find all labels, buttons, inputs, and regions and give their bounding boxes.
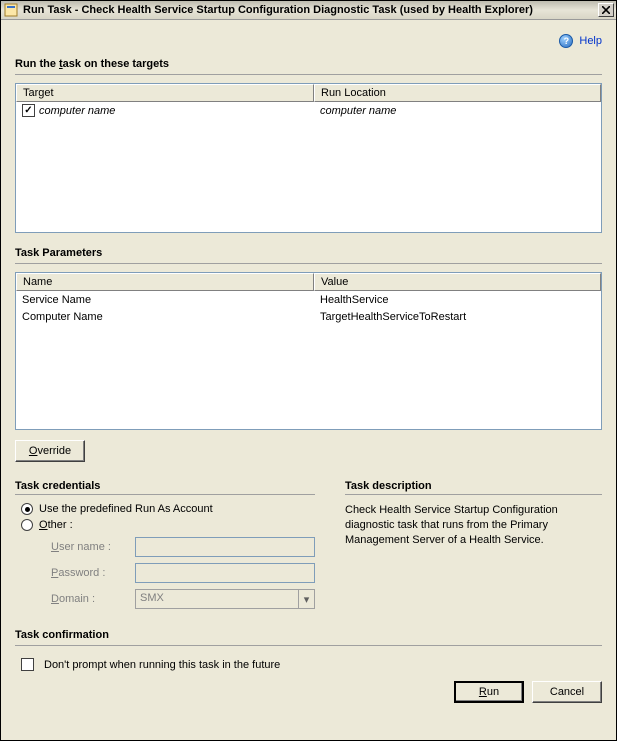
- window-title: Run Task - Check Health Service Startup …: [23, 4, 598, 16]
- params-listview[interactable]: Name Value Service Name HealthService Co…: [15, 272, 602, 430]
- target-checkbox[interactable]: [22, 104, 35, 117]
- help-icon: ?: [559, 34, 573, 48]
- username-input: [135, 537, 315, 557]
- dialog-window: Run Task - Check Health Service Startup …: [0, 0, 617, 741]
- params-heading: Task Parameters: [15, 247, 602, 259]
- col-header-target[interactable]: Target: [16, 84, 314, 102]
- target-name: computer name: [39, 105, 115, 117]
- close-button[interactable]: [598, 3, 614, 17]
- description-heading: Task description: [345, 480, 602, 492]
- param-value: HealthService: [314, 291, 601, 308]
- domain-label: Domain :: [51, 593, 129, 605]
- description-text: Check Health Service Startup Configurati…: [345, 503, 602, 548]
- domain-value: SMX: [135, 589, 298, 609]
- divider: [15, 74, 602, 75]
- param-name: Service Name: [16, 291, 314, 308]
- col-header-run-location[interactable]: Run Location: [314, 84, 601, 102]
- col-header-name[interactable]: Name: [16, 273, 314, 291]
- divider: [15, 263, 602, 264]
- targets-heading: Run the task on these targets: [15, 58, 602, 70]
- run-button[interactable]: Run: [454, 681, 524, 703]
- close-icon: [602, 6, 610, 14]
- radio-icon: [21, 519, 33, 531]
- password-input: [135, 563, 315, 583]
- cancel-button[interactable]: Cancel: [532, 681, 602, 703]
- param-value: TargetHealthServiceToRestart: [314, 308, 601, 325]
- dont-prompt-row[interactable]: Don't prompt when running this task in t…: [21, 658, 602, 671]
- target-row[interactable]: computer name computer name: [16, 102, 601, 119]
- override-button[interactable]: Override: [15, 440, 85, 462]
- col-header-value[interactable]: Value: [314, 273, 601, 291]
- domain-combo: SMX ▾: [135, 589, 315, 609]
- radio-other[interactable]: Other :: [21, 519, 315, 531]
- dont-prompt-label: Don't prompt when running this task in t…: [44, 659, 280, 671]
- dont-prompt-checkbox[interactable]: [21, 658, 34, 671]
- radio-predefined[interactable]: Use the predefined Run As Account: [21, 503, 315, 515]
- target-location: computer name: [314, 102, 601, 119]
- divider: [15, 645, 602, 646]
- username-label: User name :: [51, 541, 129, 553]
- divider: [15, 494, 315, 495]
- chevron-down-icon: ▾: [298, 589, 315, 609]
- titlebar: Run Task - Check Health Service Startup …: [1, 1, 616, 20]
- credentials-heading: Task credentials: [15, 480, 315, 492]
- radio-icon: [21, 503, 33, 515]
- password-label: Password :: [51, 567, 129, 579]
- param-name: Computer Name: [16, 308, 314, 325]
- confirmation-heading: Task confirmation: [15, 629, 602, 641]
- param-row[interactable]: Computer Name TargetHealthServiceToResta…: [16, 308, 601, 325]
- targets-listview[interactable]: Target Run Location computer name comput…: [15, 83, 602, 233]
- divider: [345, 494, 602, 495]
- app-icon: [3, 2, 19, 18]
- param-row[interactable]: Service Name HealthService: [16, 291, 601, 308]
- help-link[interactable]: Help: [579, 35, 602, 47]
